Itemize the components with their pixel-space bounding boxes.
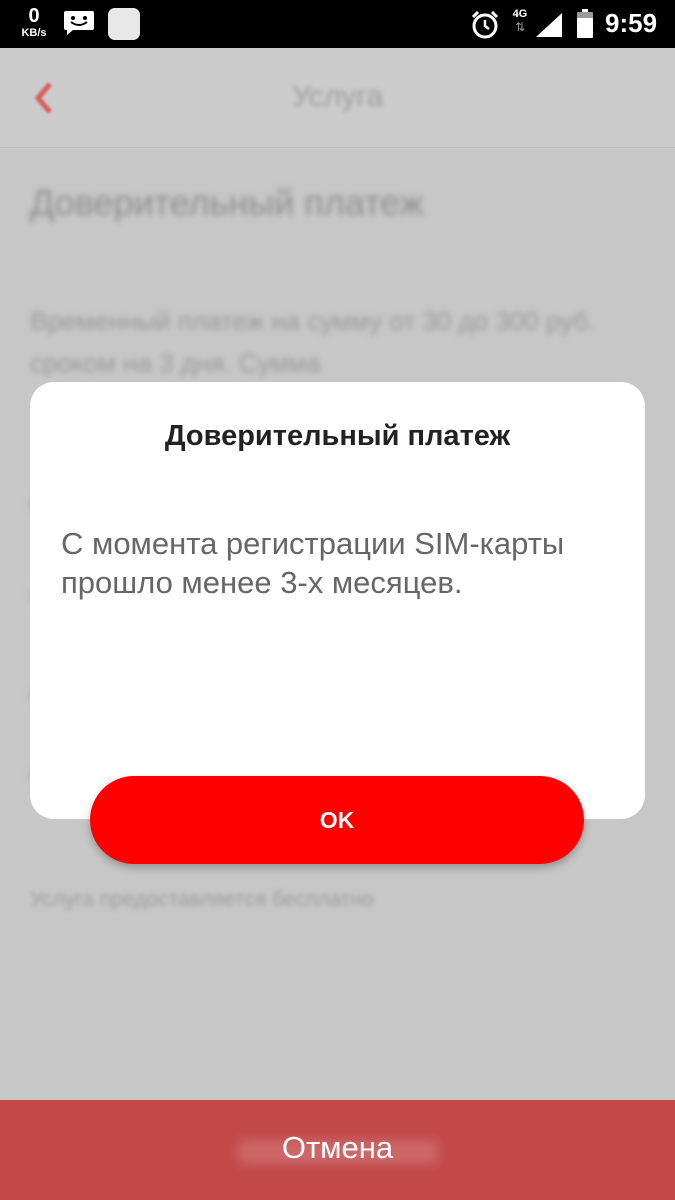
app-bar-title: Услуга: [291, 80, 384, 113]
network-speed-value: 0: [28, 5, 40, 27]
background-footnote: Услуга предоставляется бесплатно: [30, 888, 374, 911]
app-bar: Услуга: [0, 48, 675, 148]
trust-payment-dialog: Доверительный платеж С момента регистрац…: [30, 382, 645, 819]
network-speed: 0 KB/s: [14, 6, 54, 39]
data-arrows-icon: ⇅: [514, 20, 526, 34]
dialog-message: С момента регистрации SIM-карты прошло м…: [61, 526, 565, 600]
ok-button[interactable]: OK: [90, 776, 584, 864]
network-type-indicator: 4G ⇅: [509, 8, 531, 40]
battery-icon: [577, 9, 593, 38]
background-description: Временный платеж на сумму от 30 до 300 р…: [30, 306, 596, 378]
app-icon: [108, 8, 140, 40]
cancel-bar[interactable]: Отмена: [0, 1100, 675, 1200]
status-bar: 0 KB/s 4G ⇅ 9:59: [0, 0, 675, 48]
message-icon: [63, 10, 95, 36]
network-type-label: 4G: [512, 8, 528, 20]
alarm-icon: [470, 10, 500, 40]
dialog-title: Доверительный платеж: [164, 420, 511, 452]
cancel-button[interactable]: Отмена: [0, 1130, 675, 1166]
signal-icon: [535, 12, 563, 38]
status-time: 9:59: [605, 8, 658, 38]
network-speed-unit: KB/s: [21, 27, 47, 39]
background-heading: Доверительный платеж: [30, 182, 424, 223]
